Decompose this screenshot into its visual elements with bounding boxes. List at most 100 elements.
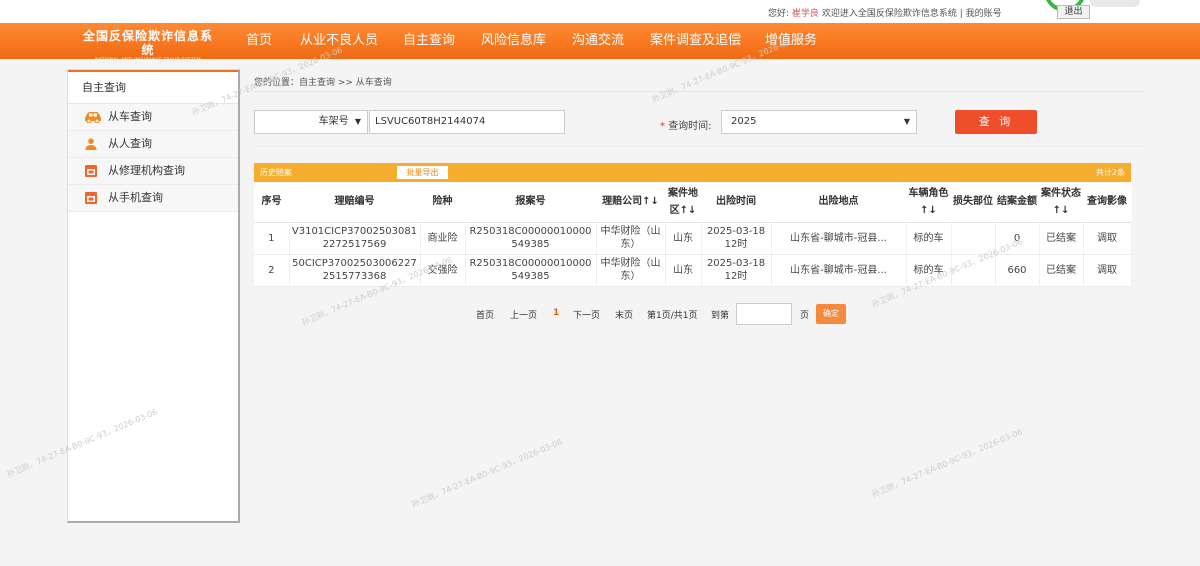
col-header-region[interactable]: 案件地区↑↓ — [665, 182, 701, 223]
chevron-down-icon: ▼ — [354, 117, 361, 126]
nav-bad-practitioners[interactable]: 从业不良人员 — [300, 33, 378, 49]
sidebar-title: 自主查询 — [68, 70, 238, 104]
col-header-claim-no: 理赔编号 — [289, 182, 420, 223]
cell-case-status: 已结案 — [1039, 222, 1084, 255]
chevron-down-icon: ▼ — [903, 117, 910, 126]
person-icon — [85, 138, 97, 150]
col-header-insurance-type: 险种 — [420, 182, 465, 223]
col-header-damage-part: 损失部位 — [951, 182, 995, 223]
separator: | — [959, 9, 963, 19]
my-account-link[interactable]: 我的账号 — [966, 9, 1002, 19]
cell-accident-place: 山东省-聊城市-冠县... — [771, 222, 907, 255]
table-row: 1 V3101CICP370025030812272517569 商业险 R25… — [254, 222, 1132, 255]
nav-case-investigation[interactable]: 案件调查及追偿 — [650, 33, 741, 49]
sidebar: 自主查询 从车查询 从人查询 从修理机构查询 从手机查询 — [67, 69, 240, 523]
query-time-label-text: 查询时间: — [668, 121, 712, 132]
pager-unit: 页 — [800, 311, 810, 321]
cell-insurance-type: 商业险 — [420, 222, 466, 255]
search-type-value: 车架号 — [318, 116, 349, 127]
breadcrumb: 您的位置：自主查询 >> 从车查询 — [254, 78, 392, 88]
page-jump-input[interactable] — [736, 303, 792, 325]
cell-settled-amount: 0 — [995, 222, 1040, 255]
history-claims-title: 历史赔案 — [260, 168, 292, 177]
logout-button[interactable]: 退出 — [1057, 5, 1090, 19]
sidebar-item-label: 从手机查询 — [108, 191, 163, 204]
pager-info: 第1页/共1页 — [647, 311, 698, 321]
username-link[interactable]: 崔学良 — [792, 9, 819, 19]
batch-export-button[interactable]: 批量导出 — [396, 165, 449, 180]
pager-prev[interactable]: 上一页 — [510, 308, 537, 321]
welcome-bar: 您好: 崔学良 欢迎进入全国反保险欺诈信息系统 | 我的账号 — [768, 6, 1002, 19]
cell-accident-place: 山东省-聊城市-冠县... — [771, 254, 907, 287]
pager-last[interactable]: 末页 — [615, 308, 633, 321]
repair-icon — [85, 165, 97, 177]
sidebar-item-person-query[interactable]: 从人查询 — [68, 131, 238, 158]
col-header-report-no: 报案号 — [465, 182, 596, 223]
cell-settled-amount: 660 — [995, 254, 1040, 287]
logo-title: 全国反保险欺诈信息系统 — [82, 29, 213, 57]
total-count: 共计2条 — [1095, 168, 1125, 177]
col-header-settled-amount: 结案金额 — [995, 182, 1039, 223]
required-mark: * — [660, 121, 665, 132]
nav-self-query[interactable]: 自主查询 — [403, 33, 455, 49]
query-year-select[interactable]: 2025 ▼ — [721, 110, 917, 134]
search-type-select[interactable]: 车架号 ▼ — [254, 110, 368, 134]
nav-risk-db[interactable]: 风险信息库 — [481, 33, 546, 49]
floating-tab — [1090, 0, 1140, 7]
col-header-case-status[interactable]: 案件状态↑↓ — [1039, 182, 1083, 223]
col-header-company[interactable]: 理赔公司↑↓ — [596, 182, 665, 223]
col-header-vehicle-role[interactable]: 车辆角色↑↓ — [906, 182, 951, 223]
pager-current[interactable]: 1 — [553, 308, 559, 318]
cell-region: 山东 — [665, 222, 702, 255]
cell-report-no: R250318C00000010000549385 — [465, 222, 597, 255]
vin-input[interactable]: LSVUC60T8H2144074 — [369, 110, 565, 134]
logo-subtitle: NATIONAL ANTI INSURANCE FRAUD SYSTEM — [95, 58, 201, 63]
table-row: 2 50CICP370025030062272515773368 交强险 R25… — [254, 254, 1132, 287]
nav-communication[interactable]: 沟通交流 — [572, 33, 624, 49]
query-button[interactable]: 查 询 — [955, 110, 1037, 134]
cell-accident-time: 2025-03-18 12时 — [701, 222, 772, 255]
cell-claim-no: 50CICP370025030062272515773368 — [289, 254, 421, 287]
cell-index: 1 — [254, 222, 290, 255]
cell-report-no: R250318C00000010000549385 — [465, 254, 597, 287]
system-logo[interactable]: 全国反保险欺诈信息系统 NATIONAL ANTI INSURANCE FRAU… — [78, 29, 218, 65]
claims-table: 序号 理赔编号 险种 报案号 理赔公司↑↓ 案件地区↑↓ 出险时间 出险地点 车… — [254, 182, 1132, 287]
query-year-value: 2025 — [731, 116, 757, 127]
cell-claim-no: V3101CICP370025030812272517569 — [289, 222, 421, 255]
nav-value-added[interactable]: 增值服务 — [765, 33, 817, 49]
greeting-text: 您好: — [768, 9, 790, 19]
welcome-text: 欢迎进入全国反保险欺诈信息系统 — [821, 9, 957, 19]
query-time-label: * 查询时间: — [660, 117, 712, 132]
sidebar-item-vehicle-query[interactable]: 从车查询 — [68, 104, 238, 131]
watermark: 孙卫刚，74-27-EA-B0-9C-93，2026-03-06 — [870, 427, 1024, 500]
sidebar-item-label: 从车查询 — [108, 110, 152, 123]
pager-first[interactable]: 首页 — [476, 308, 494, 321]
sidebar-item-phone-query[interactable]: 从手机查询 — [68, 185, 238, 212]
cell-company: 中华财险（山东） — [596, 222, 666, 255]
form-divider — [254, 146, 1144, 147]
sidebar-item-label: 从人查询 — [108, 137, 152, 150]
pager-next[interactable]: 下一页 — [573, 308, 600, 321]
cell-vehicle-role: 标的车 — [906, 254, 952, 287]
watermark: 孙卫刚，74-27-EA-B0-9C-93，2026-03-06 — [410, 437, 564, 510]
cell-insurance-type: 交强险 — [420, 254, 466, 287]
sidebar-item-label: 从修理机构查询 — [108, 164, 185, 177]
cell-region: 山东 — [665, 254, 702, 287]
retrieve-image-link[interactable]: 调取 — [1083, 222, 1132, 255]
sidebar-item-repair-query[interactable]: 从修理机构查询 — [68, 158, 238, 185]
cell-damage-part — [951, 222, 996, 255]
main-nav: 全国反保险欺诈信息系统 NATIONAL ANTI INSURANCE FRAU… — [0, 23, 1200, 63]
pager-confirm-button[interactable]: 确定 — [816, 304, 846, 324]
car-icon — [85, 112, 101, 123]
pager-goto-label: 到第 — [711, 311, 730, 321]
cell-vehicle-role: 标的车 — [906, 222, 952, 255]
col-header-accident-place: 出险地点 — [771, 182, 906, 223]
retrieve-image-link[interactable]: 调取 — [1083, 254, 1132, 287]
col-header-index: 序号 — [254, 182, 289, 223]
history-claims-bar: 历史赔案 批量导出 共计2条 — [254, 163, 1131, 182]
table-header-row: 序号 理赔编号 险种 报案号 理赔公司↑↓ 案件地区↑↓ 出险时间 出险地点 车… — [254, 182, 1131, 223]
top-strip: 您好: 崔学良 欢迎进入全国反保险欺诈信息系统 | 我的账号 退出 — [0, 0, 1200, 23]
nav-home[interactable]: 首页 — [246, 33, 272, 49]
cell-index: 2 — [254, 254, 290, 287]
cell-accident-time: 2025-03-18 12时 — [701, 254, 772, 287]
